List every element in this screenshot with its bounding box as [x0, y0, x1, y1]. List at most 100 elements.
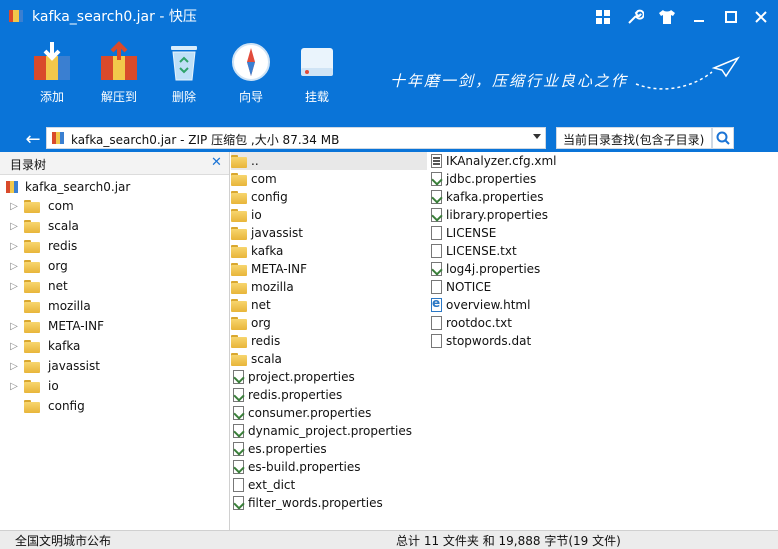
file-name: mozilla — [251, 280, 294, 294]
expand-arrow-icon[interactable]: ▷ — [8, 381, 20, 392]
tree-item[interactable]: ▷ scala — [8, 217, 79, 235]
file-name: scala — [251, 352, 282, 366]
file-name: .. — [251, 154, 259, 168]
file-item[interactable]: META-INF — [231, 260, 427, 278]
file-item[interactable]: redis — [231, 332, 427, 350]
file-name: jdbc.properties — [446, 172, 537, 186]
expand-arrow-icon[interactable]: ▷ — [8, 281, 20, 292]
extract-to-button[interactable]: 解压到 — [89, 40, 149, 105]
window-title: kafka_search0.jar - 快压 — [32, 9, 197, 25]
mount-button[interactable]: 挂载 — [287, 40, 347, 105]
file-name: project.properties — [248, 370, 355, 384]
file-item[interactable]: rootdoc.txt — [429, 314, 512, 332]
skin-icon[interactable] — [656, 6, 678, 28]
file-item[interactable]: kafka — [231, 242, 427, 260]
grid-icon[interactable] — [592, 6, 614, 28]
file-item[interactable]: mozilla — [231, 278, 427, 296]
file-item[interactable]: javassist — [231, 224, 427, 242]
add-button[interactable]: 添加 — [22, 40, 82, 105]
status-news[interactable]: 全国文明城市公布 — [15, 532, 111, 549]
html-file-icon — [431, 296, 442, 312]
search-scope-field[interactable]: 当前目录查找(包含子目录) — [556, 127, 712, 149]
document-icon — [431, 244, 442, 258]
expand-arrow-icon[interactable]: ▷ — [8, 201, 20, 212]
file-item[interactable]: LICENSE.txt — [429, 242, 517, 260]
folder-icon — [231, 316, 247, 330]
file-name: consumer.properties — [248, 406, 372, 420]
tree-item[interactable]: ▷ redis — [8, 237, 77, 255]
file-item[interactable]: redis.properties — [231, 386, 427, 404]
extract-to-label: 解压到 — [100, 90, 137, 104]
add-archive-icon — [34, 42, 70, 80]
path-text: kafka_search0.jar - ZIP 压缩包 ,大小 87.34 MB — [71, 133, 340, 147]
search-icon — [716, 131, 730, 145]
file-item[interactable]: log4j.properties — [429, 260, 540, 278]
maximize-icon[interactable] — [720, 6, 742, 28]
wizard-button[interactable]: 向导 — [221, 40, 281, 105]
close-icon[interactable] — [750, 6, 772, 28]
file-item[interactable]: stopwords.dat — [429, 332, 531, 350]
tree-item[interactable]: ▷ org — [8, 257, 68, 275]
tree-item[interactable]: mozilla — [8, 297, 91, 315]
file-item[interactable]: com — [231, 170, 427, 188]
properties-file-icon — [431, 262, 442, 276]
tree-header: 目录树 ✕ — [0, 152, 229, 175]
file-item[interactable]: es.properties — [231, 440, 427, 458]
folder-icon — [24, 239, 40, 253]
expand-arrow-icon[interactable]: ▷ — [8, 321, 20, 332]
tree-item[interactable]: ▷ javassist — [8, 357, 100, 375]
file-item[interactable]: dynamic_project.properties — [231, 422, 427, 440]
file-item[interactable]: io — [231, 206, 427, 224]
path-bar[interactable]: kafka_search0.jar - ZIP 压缩包 ,大小 87.34 MB — [46, 127, 546, 149]
file-item[interactable]: net — [231, 296, 427, 314]
chevron-down-icon[interactable] — [533, 134, 541, 139]
tree-item[interactable]: ▷ META-INF — [8, 317, 104, 335]
file-name: library.properties — [446, 208, 548, 222]
file-item[interactable]: jdbc.properties — [429, 170, 536, 188]
file-item[interactable]: NOTICE — [429, 278, 491, 296]
directory-tree-panel: 目录树 ✕ kafka_search0.jar ▷ com ▷ scala ▷ redis… — [0, 152, 230, 530]
tree-item-label: javassist — [48, 359, 100, 373]
file-item[interactable]: es-build.properties — [231, 458, 427, 476]
file-name: NOTICE — [446, 280, 492, 294]
file-item[interactable]: ext_dict — [231, 476, 427, 494]
tree-item[interactable]: config — [8, 397, 85, 415]
expand-arrow-icon[interactable]: ▷ — [8, 241, 20, 252]
expand-arrow-icon[interactable]: ▷ — [8, 261, 20, 272]
folder-icon — [24, 279, 40, 293]
file-item[interactable]: library.properties — [429, 206, 548, 224]
expand-arrow-icon[interactable]: ▷ — [8, 221, 20, 232]
file-item[interactable]: filter_words.properties — [231, 494, 427, 512]
tree-item[interactable]: ▷ net — [8, 277, 68, 295]
folder-icon — [231, 280, 247, 294]
tree-root[interactable]: kafka_search0.jar — [5, 178, 130, 196]
title-bar: kafka_search0.jar - 快压 添加 解压到 删除 向导 挂载 十… — [0, 0, 778, 152]
back-arrow-icon[interactable]: ← — [22, 128, 44, 150]
file-item[interactable]: config — [231, 188, 427, 206]
file-item[interactable]: LICENSE — [429, 224, 496, 242]
document-icon — [431, 280, 442, 294]
file-item[interactable]: .. — [231, 152, 427, 170]
minimize-icon[interactable] — [688, 6, 710, 28]
file-item[interactable]: kafka.properties — [429, 188, 543, 206]
file-name: log4j.properties — [446, 262, 541, 276]
expand-arrow-icon[interactable]: ▷ — [8, 361, 20, 372]
file-item[interactable]: project.properties — [231, 368, 427, 386]
file-item[interactable]: IKAnalyzer.cfg.xml — [429, 152, 557, 170]
expand-arrow-icon[interactable]: ▷ — [8, 341, 20, 352]
file-item[interactable]: scala — [231, 350, 427, 368]
close-icon[interactable]: ✕ — [211, 155, 222, 170]
file-item[interactable]: overview.html — [429, 296, 530, 314]
tree-item-label: mozilla — [48, 299, 91, 313]
file-item[interactable]: consumer.properties — [231, 404, 427, 422]
xml-file-icon — [431, 154, 442, 168]
tree-item[interactable]: ▷ kafka — [8, 337, 80, 355]
tree-item[interactable]: ▷ com — [8, 197, 74, 215]
settings-wrench-icon[interactable] — [624, 6, 646, 28]
compass-icon — [232, 43, 270, 81]
file-name: filter_words.properties — [248, 496, 383, 510]
search-button[interactable] — [712, 127, 734, 149]
tree-item[interactable]: ▷ io — [8, 377, 59, 395]
file-item[interactable]: org — [231, 314, 427, 332]
delete-button[interactable]: 删除 — [154, 40, 214, 105]
